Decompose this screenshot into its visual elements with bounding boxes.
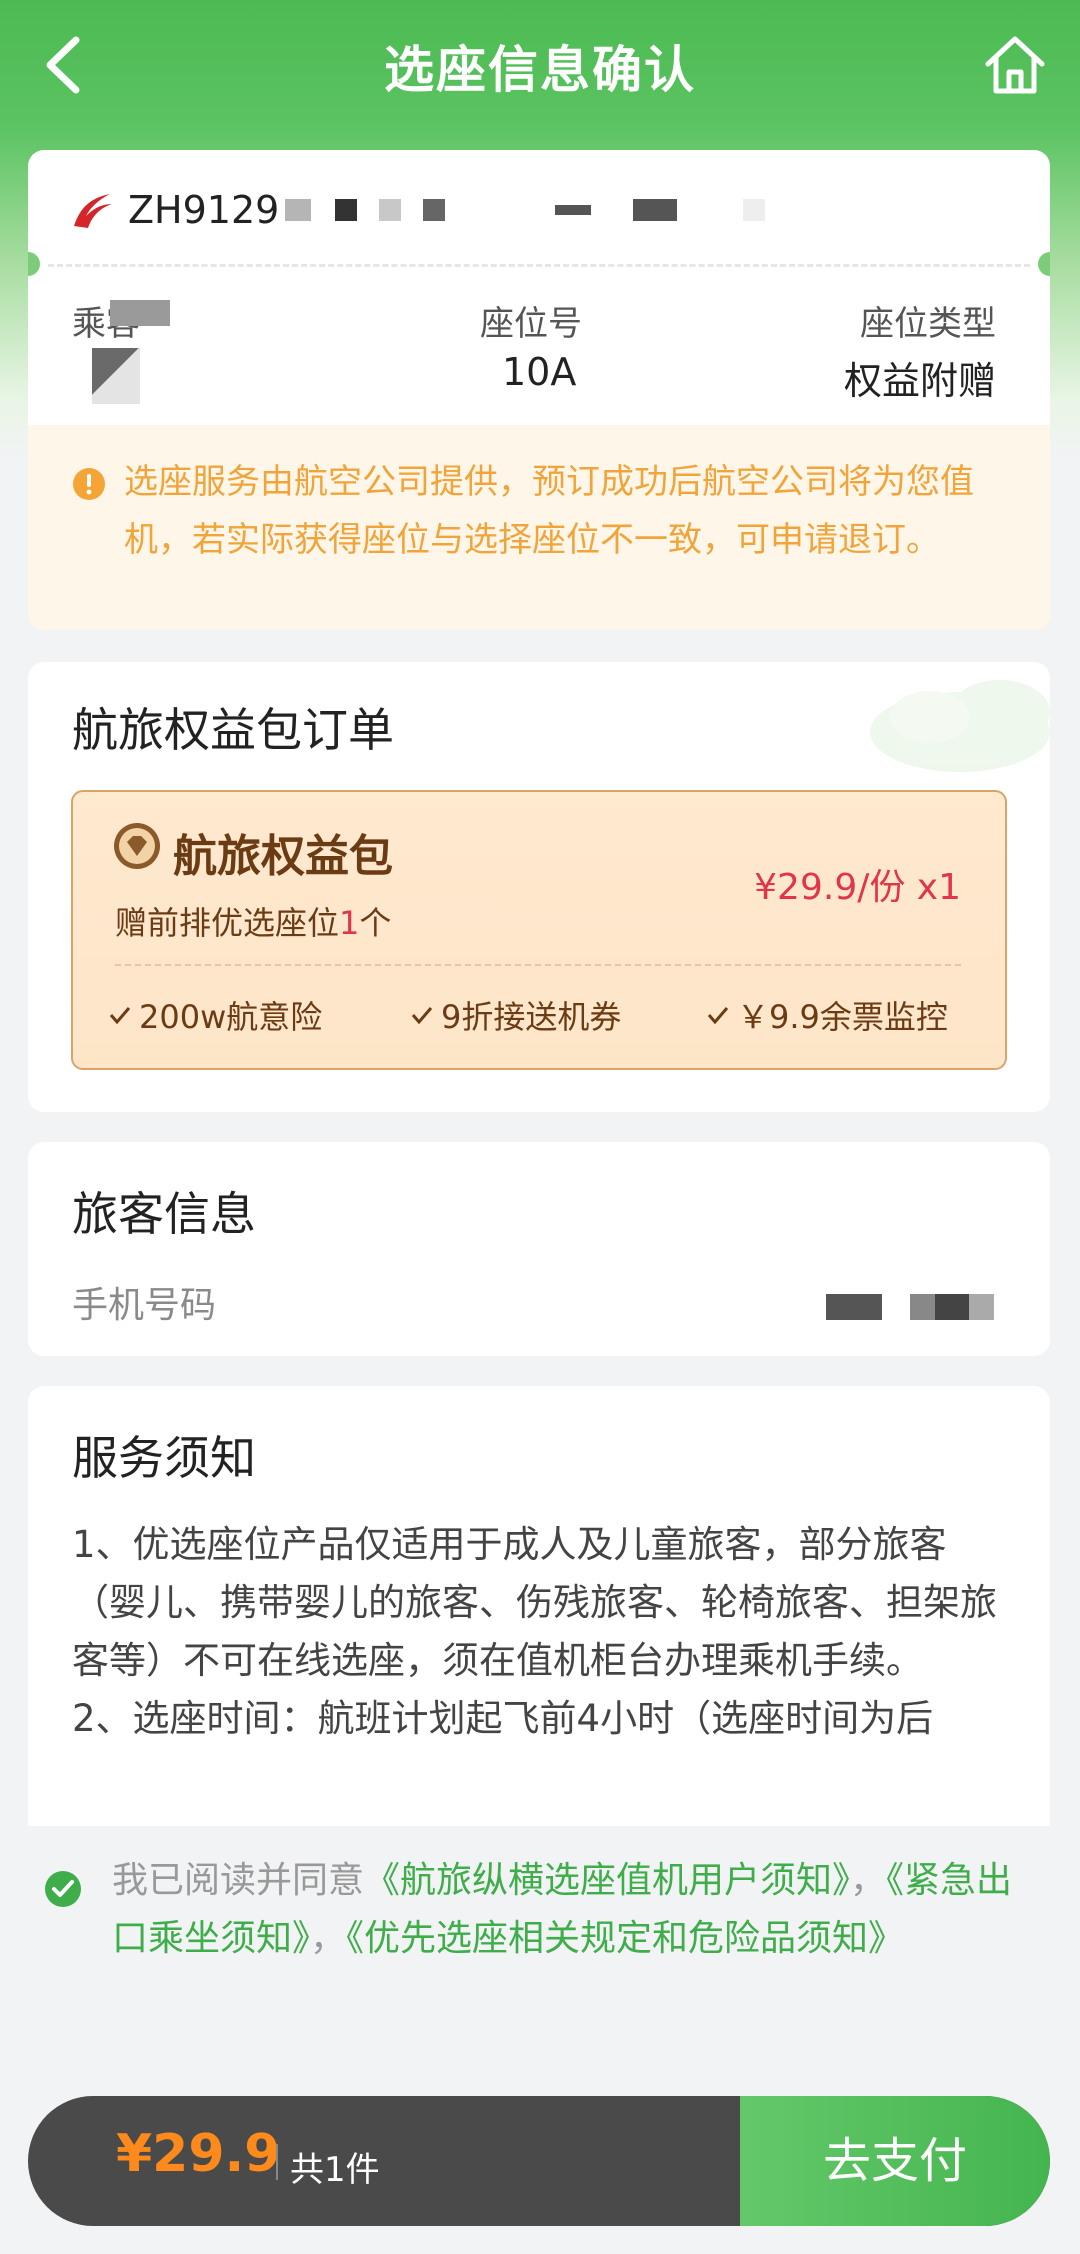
- ticket-divider: [48, 264, 1030, 267]
- service-notice-text: 1、优选座位产品仅适用于成人及儿童旅客，部分旅客（婴儿、携带婴儿的旅客、伤残旅客…: [72, 1516, 1010, 1748]
- redacted-text: [335, 199, 358, 221]
- phone-number-redacted: [910, 1294, 994, 1320]
- package-order-card: 航旅权益包订单 航旅权益包 ¥29.9/份 x1 赠前排优选座位1个 200w航…: [28, 662, 1050, 1112]
- link-seat-checkin-notice[interactable]: 《航旅纵横选座值机用户须知》: [364, 1860, 850, 1901]
- page-title: 选座信息确认: [384, 41, 696, 99]
- flight-card: ZH9129 乘客 座位号 10A 座位类型 权益附赠 选座服务由航空公司提供，…: [28, 150, 1050, 630]
- perk-item: 200w航意险: [107, 992, 322, 1038]
- perk-item: ￥9.9余票监控: [705, 992, 948, 1038]
- package-item: 航旅权益包 ¥29.9/份 x1 赠前排优选座位1个 200w航意险 9折接送机…: [71, 790, 1007, 1070]
- seat-number: 10A: [502, 350, 577, 394]
- notice-paragraph: 2、选座时间：航班计划起飞前4小时（选座时间为后: [72, 1697, 934, 1740]
- seat-type-header: 座位类型: [860, 304, 996, 344]
- airline-logo-icon: [74, 194, 112, 228]
- payment-bar: ¥29.9 共1件 去支付: [28, 2096, 1050, 2226]
- notice-text: 选座服务由航空公司提供，预订成功后航空公司将为您值机，若实际获得座位与选择座位不…: [124, 462, 974, 560]
- perk-item: 9折接送机券: [409, 992, 621, 1038]
- agreement-prefix: 我已阅读并同意: [112, 1860, 365, 1901]
- package-price: ¥29.9/份 x1: [754, 867, 961, 908]
- flight-number: ZH9129: [128, 188, 280, 232]
- agreement-text: 我已阅读并同意《航旅纵横选座值机用户须知》，《紧急出口乘坐须知》，《优先选座相关…: [112, 1860, 1013, 1959]
- passenger-info-card: 旅客信息 手机号码: [28, 1142, 1050, 1356]
- warning-icon: [73, 468, 105, 500]
- redacted-text: [379, 199, 402, 221]
- section-title-package: 航旅权益包订单: [72, 703, 394, 757]
- checkbox-checked-icon[interactable]: [44, 1870, 82, 1908]
- package-name: 航旅权益包: [173, 831, 393, 882]
- section-title-passenger: 旅客信息: [72, 1187, 256, 1241]
- home-icon[interactable]: [982, 32, 1048, 98]
- notice-paragraph: 1、优选座位产品仅适用于成人及儿童旅客，部分旅客（婴儿、携带婴儿的旅客、伤残旅客…: [72, 1523, 997, 1682]
- nav-bar: 选座信息确认: [0, 0, 1080, 130]
- passenger-name-redacted: [110, 300, 170, 326]
- check-icon: [109, 1007, 131, 1025]
- cloud-decoration: [870, 680, 1050, 772]
- seat-service-notice: 选座服务由航空公司提供，预订成功后航空公司将为您值机，若实际获得座位与选择座位不…: [28, 425, 1050, 630]
- section-title-service: 服务须知: [72, 1431, 256, 1485]
- redacted-text: [633, 199, 678, 221]
- divider: [276, 2144, 278, 2180]
- seat-type: 权益附赠: [843, 359, 996, 403]
- flight-row: ZH9129: [68, 180, 766, 240]
- phone-number-redacted: [826, 1294, 882, 1320]
- check-icon: [707, 1007, 729, 1025]
- diamond-badge-icon: [114, 823, 160, 869]
- total-amount: ¥29.9: [116, 2124, 281, 2184]
- ticket-notch: [28, 252, 40, 276]
- package-description: 赠前排优选座位1个: [115, 904, 392, 942]
- check-icon: [411, 1007, 433, 1025]
- redacted-text: [285, 199, 312, 221]
- agreement-section: 我已阅读并同意《航旅纵横选座值机用户须知》，《紧急出口乘坐须知》，《优先选座相关…: [0, 1826, 1080, 2056]
- link-priority-seat-rules[interactable]: 《优先选座相关规定和危险品须知》: [346, 1918, 904, 1959]
- package-divider: [115, 964, 961, 966]
- seat-number-header: 座位号: [480, 304, 582, 344]
- passenger-name-redacted: [92, 348, 140, 404]
- redacted-text: [423, 199, 446, 221]
- item-count: 共1件: [290, 2150, 380, 2190]
- service-notice-card: 服务须知 1、优选座位产品仅适用于成人及儿童旅客，部分旅客（婴儿、携带婴儿的旅客…: [28, 1386, 1050, 1886]
- redacted-text: [555, 205, 592, 215]
- pay-button[interactable]: 去支付: [740, 2096, 1050, 2226]
- phone-label: 手机号码: [72, 1285, 217, 1326]
- ticket-notch: [1038, 252, 1050, 276]
- redacted-text: [743, 199, 766, 221]
